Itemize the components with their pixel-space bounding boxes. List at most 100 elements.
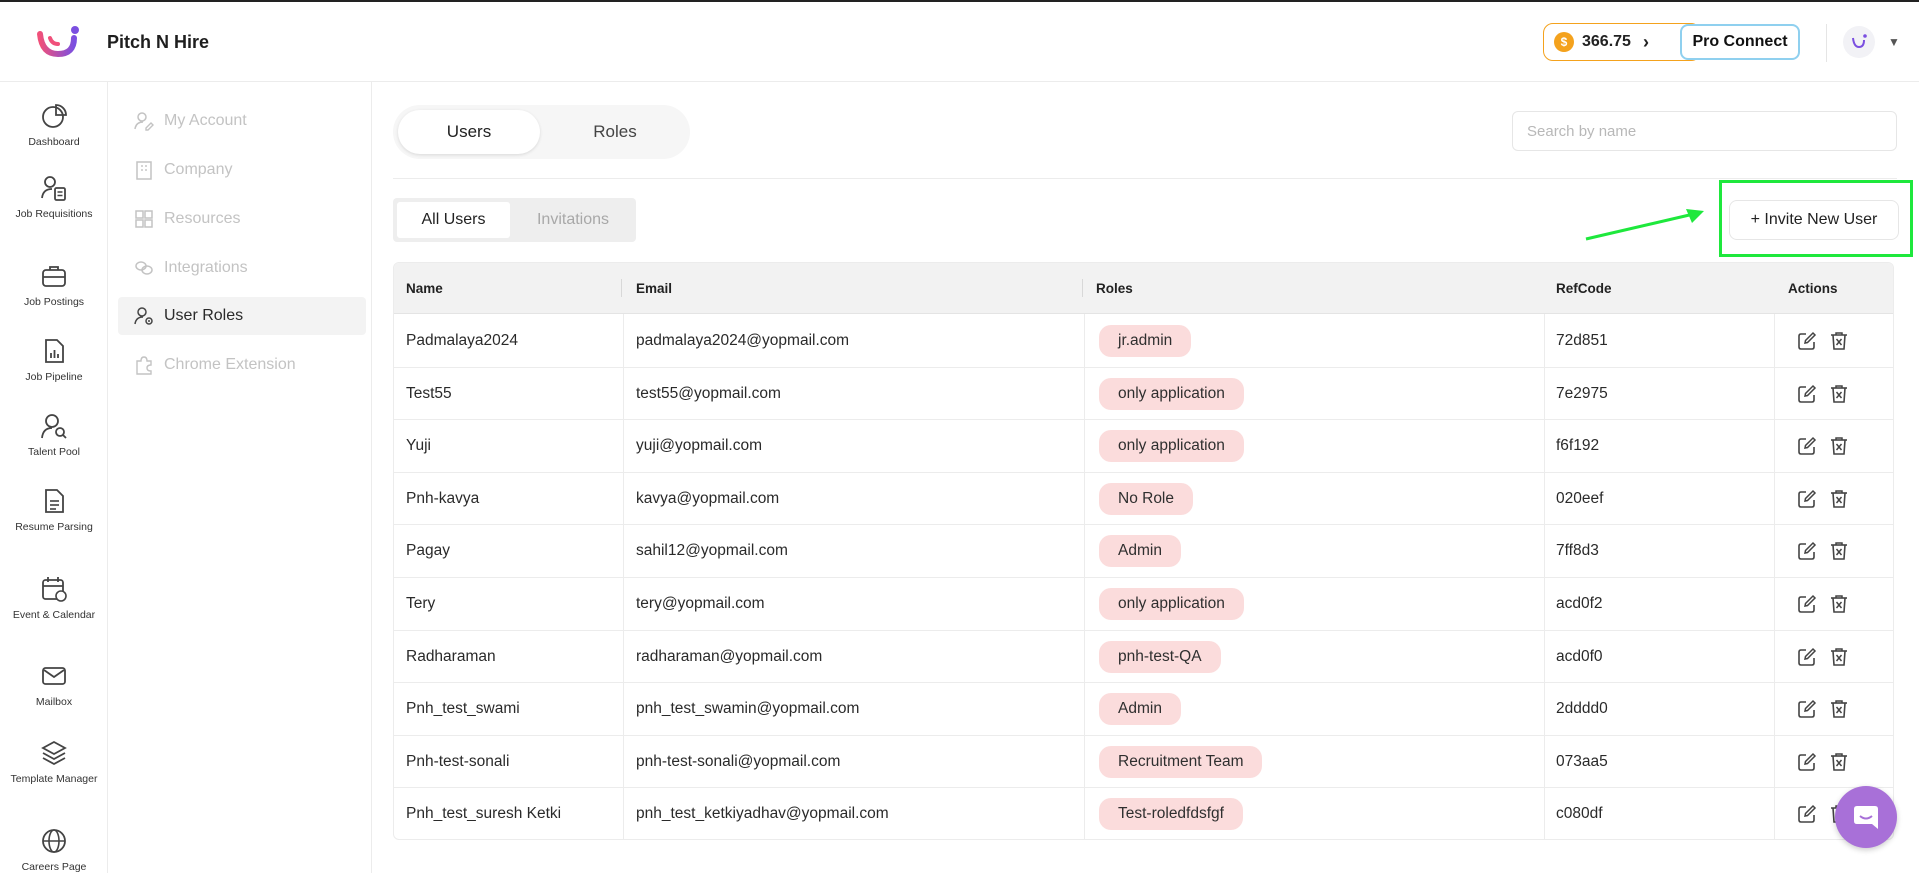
delete-icon[interactable] [1828,646,1850,668]
role-badge: pnh-test-QA [1099,640,1221,673]
pro-connect-button[interactable]: Pro Connect [1680,24,1800,60]
sidebar-item-job-postings[interactable]: Job Postings [0,262,108,308]
cell-refcode: acd0f2 [1556,595,1603,612]
settings-item-label: Company [164,161,233,178]
edit-icon[interactable] [1796,593,1818,615]
delete-icon[interactable] [1828,540,1850,562]
tab-users[interactable]: Users [398,110,540,154]
cell-refcode: c080df [1556,805,1603,823]
cell-refcode: 72d851 [1556,332,1608,349]
edit-icon[interactable] [1796,383,1818,405]
edit-icon[interactable] [1796,751,1818,773]
settings-item-label: Resources [164,210,241,227]
cell-email: kavya@yopmail.com [636,489,780,507]
cell-role: jr.admin [1099,315,1192,367]
coin-icon: $ [1554,32,1574,52]
delete-icon[interactable] [1828,435,1850,457]
settings-item-label: My Account [164,112,247,129]
cell-refcode: acd0f0 [1556,647,1603,665]
settings-item-integrations[interactable]: Integrations [118,249,366,287]
cell-name: Yuji [406,437,431,455]
cell-email: pnh_test_swamin@yopmail.com [636,700,860,718]
globe-icon [42,829,66,853]
column-separator [621,279,622,297]
building-icon [136,161,152,180]
sidebar-label: Job Postings [23,296,85,308]
chevron-down-icon[interactable]: ▼ [1888,35,1900,49]
sidebar-item-job-pipeline[interactable]: Job Pipeline [0,337,108,383]
settings-item-chrome-extension[interactable]: Chrome Extension [118,346,366,384]
role-badge: Recruitment Team [1099,745,1263,778]
tab-all-users[interactable]: All Users [397,202,510,238]
chevron-right-icon: › [1642,31,1649,52]
table-row: Pnh_test_suresh Ketki pnh_test_ketkiyadha… [394,788,1893,839]
delete-icon[interactable] [1828,698,1850,720]
settings-item-my-account[interactable]: My Account [118,102,366,140]
coin-balance-button[interactable]: $ 366.75 › [1543,23,1701,61]
cell-name: Test55 [406,384,452,402]
resume-icon [45,489,64,513]
sidebar-item-event-calendar[interactable]: Event & Calendar [0,575,108,621]
header-divider [1826,24,1827,62]
grid-icon [135,210,153,228]
invite-new-user-button[interactable]: + Invite New User [1729,200,1899,240]
table-row: Radharaman radharaman@yopmail.com pnh-test… [394,631,1893,684]
edit-icon[interactable] [1796,540,1818,562]
column-header-refcode: RefCode [1556,281,1612,296]
user-edit-icon [134,112,154,131]
sidebar-item-dashboard[interactable]: Dashboard [0,102,108,148]
pie-chart-icon [42,104,67,128]
sidebar-item-mailbox[interactable]: Mailbox [0,662,108,708]
sidebar-label: Mailbox [35,696,73,708]
column-separator [1082,279,1083,297]
sidebar-item-talent-pool[interactable]: Talent Pool [0,412,108,458]
settings-item-company[interactable]: Company [118,151,366,189]
avatar[interactable] [1843,26,1875,58]
delete-icon[interactable] [1828,383,1850,405]
cell-email: radharaman@yopmail.com [636,647,823,665]
search-input[interactable] [1512,111,1897,151]
table-row: Pnh-test-sonali pnh-test-sonali@yopmail.c… [394,736,1893,789]
users-table: Name Email Roles RefCode Actions Padmala… [393,262,1894,840]
sidebar-item-resume-parsing[interactable]: Resume Parsing [0,487,108,533]
cell-name: Pnh-kavya [406,489,480,507]
edit-icon[interactable] [1796,698,1818,720]
sidebar-item-job-requisitions[interactable]: Job Requisitions [0,174,108,220]
chat-widget-button[interactable] [1835,786,1897,848]
cell-role: Admin [1099,683,1181,735]
tab-invitations[interactable]: Invitations [514,202,632,238]
tab-roles[interactable]: Roles [545,110,685,154]
cell-role: only application [1099,578,1244,630]
user-settings-icon [134,307,153,325]
edit-icon[interactable] [1796,488,1818,510]
role-badge: jr.admin [1099,325,1192,357]
cell-email: sahil12@yopmail.com [636,542,788,560]
role-badge: Admin [1099,693,1181,726]
main-sidebar: Dashboard Job Requisitions Job Postings … [0,82,108,873]
edit-icon[interactable] [1796,646,1818,668]
cell-email: pnh-test-sonali@yopmail.com [636,752,841,770]
settings-item-user-roles[interactable]: User Roles [118,297,366,335]
settings-item-resources[interactable]: Resources [118,200,366,238]
sidebar-label: Event & Calendar [12,609,96,621]
table-header: Name Email Roles RefCode Actions [394,263,1893,314]
cell-name: Pagay [406,542,450,560]
cell-name: Pnh_test_suresh Ketki [406,805,562,823]
column-header-actions: Actions [1788,281,1838,296]
delete-icon[interactable] [1828,751,1850,773]
sidebar-item-template-manager[interactable]: Template Manager [0,739,108,785]
cell-refcode: 020eef [1556,489,1604,507]
cell-refcode: f6f192 [1556,437,1600,455]
delete-icon[interactable] [1828,488,1850,510]
edit-icon[interactable] [1796,435,1818,457]
delete-icon[interactable] [1828,330,1850,352]
mail-icon [42,667,66,685]
cell-role: only application [1099,420,1244,472]
delete-icon[interactable] [1828,593,1850,615]
sidebar-item-careers-page[interactable]: Careers Page [0,827,108,873]
cell-email: pnh_test_ketkiyadhav@yopmail.com [636,805,889,823]
user-sub-tabs: All Users Invitations [393,198,636,242]
edit-icon[interactable] [1796,330,1818,352]
users-roles-tabs: Users Roles [393,105,690,159]
edit-icon[interactable] [1796,803,1818,825]
